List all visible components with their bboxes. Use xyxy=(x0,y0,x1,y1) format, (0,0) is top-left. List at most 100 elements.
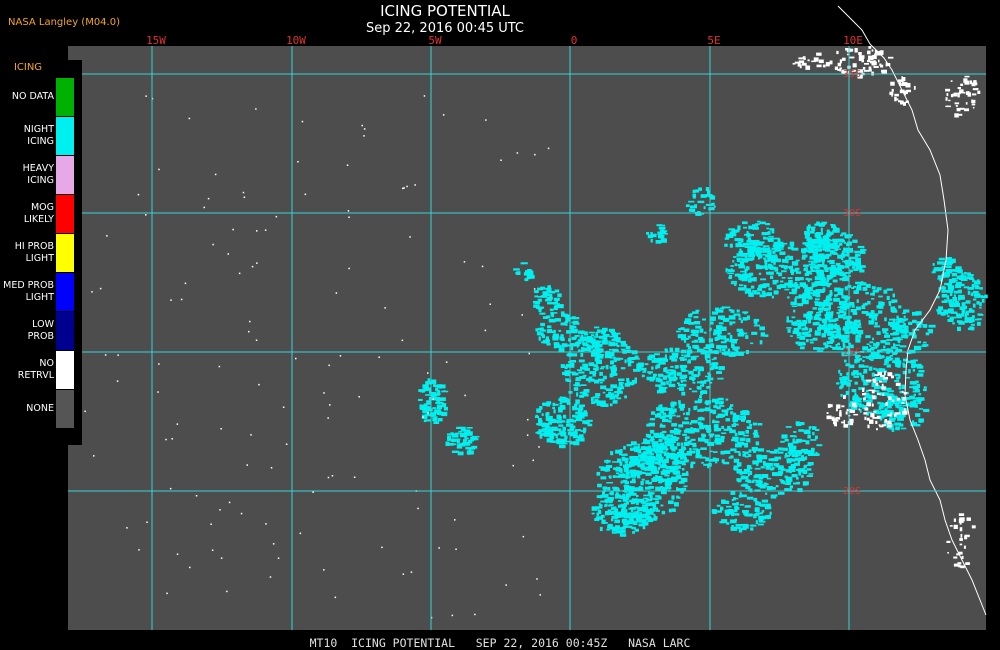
cloud-pixel xyxy=(652,461,658,464)
cloud-pixel xyxy=(695,189,700,193)
cloud-pixel xyxy=(766,486,773,491)
cloud-pixel xyxy=(606,528,610,531)
cloud-pixel xyxy=(915,399,922,402)
no-retrieval-pixel xyxy=(214,173,217,176)
legend-swatch xyxy=(56,156,74,194)
no-retrieval-pixel xyxy=(874,53,876,58)
cloud-pixel xyxy=(923,386,927,389)
cloud-pixel xyxy=(832,279,838,283)
no-retrieval-pixel xyxy=(963,91,966,94)
cloud-pixel xyxy=(807,228,810,232)
cloud-pixel xyxy=(949,317,954,321)
cloud-pixel xyxy=(586,419,593,422)
cloud-pixel xyxy=(775,485,779,488)
cloud-pixel xyxy=(757,287,762,291)
no-retrieval-pixel xyxy=(959,538,963,541)
cloud-pixel xyxy=(760,466,765,469)
cloud-pixel xyxy=(643,494,650,497)
cloud-pixel xyxy=(570,346,574,351)
cloud-pixel xyxy=(895,426,900,431)
no-retrieval-pixel xyxy=(871,49,874,52)
cloud-pixel xyxy=(792,283,796,288)
cloud-pixel xyxy=(601,366,606,368)
no-retrieval-pixel xyxy=(219,509,221,511)
cloud-pixel xyxy=(800,335,806,340)
cloud-pixel xyxy=(730,265,734,267)
cloud-pixel xyxy=(456,439,460,444)
cloud-pixel xyxy=(594,342,601,347)
cloud-pixel xyxy=(670,404,675,408)
cloud-pixel xyxy=(780,440,785,443)
cloud-pixel xyxy=(720,506,724,511)
cloud-pixel xyxy=(666,380,669,385)
cloud-pixel xyxy=(662,418,669,423)
cloud-pixel xyxy=(617,386,625,390)
cloud-pixel xyxy=(699,349,705,352)
cloud-pixel xyxy=(616,344,620,348)
cloud-pixel xyxy=(612,486,617,489)
cloud-pixel xyxy=(761,510,765,513)
no-retrieval-pixel xyxy=(93,455,95,457)
cloud-pixel xyxy=(665,414,673,418)
cloud-pixel xyxy=(668,369,674,371)
cloud-pixel xyxy=(774,256,778,261)
cloud-pixel xyxy=(836,311,841,314)
cloud-pixel xyxy=(686,451,692,456)
cloud-pixel xyxy=(699,408,706,412)
legend-item: NO RETRVL xyxy=(0,351,82,390)
no-retrieval-pixel xyxy=(948,99,951,102)
cloud-pixel xyxy=(731,498,734,502)
cloud-pixel xyxy=(793,431,797,433)
cloud-pixel xyxy=(621,453,628,456)
cloud-pixel xyxy=(704,331,707,334)
cloud-pixel xyxy=(759,294,766,298)
no-retrieval-pixel xyxy=(203,206,205,209)
cloud-pixel xyxy=(881,368,886,371)
cloud-pixel xyxy=(665,453,673,459)
cloud-pixel xyxy=(605,500,609,504)
cloud-pixel xyxy=(791,468,796,472)
cloud-pixel xyxy=(614,513,620,518)
cloud-pixel xyxy=(637,507,643,512)
no-retrieval-pixel xyxy=(843,424,848,428)
cloud-pixel xyxy=(824,344,829,349)
cloud-pixel xyxy=(691,390,698,393)
cloud-pixel xyxy=(790,335,793,337)
cloud-pixel xyxy=(967,287,975,290)
cloud-pixel xyxy=(597,354,604,359)
cloud-pixel xyxy=(913,393,916,396)
no-retrieval-pixel xyxy=(117,354,119,356)
cloud-pixel xyxy=(692,333,696,336)
cloud-pixel xyxy=(641,374,645,378)
cloud-pixel xyxy=(731,280,737,283)
cloud-pixel xyxy=(821,269,824,273)
no-retrieval-pixel xyxy=(282,406,285,408)
no-retrieval-pixel xyxy=(255,339,258,341)
no-retrieval-pixel xyxy=(246,464,248,466)
cloud-pixel xyxy=(837,291,844,296)
cloud-pixel xyxy=(559,444,566,449)
cloud-pixel xyxy=(698,336,704,341)
cloud-pixel xyxy=(618,504,621,508)
cloud-pixel xyxy=(844,261,851,264)
cloud-pixel xyxy=(755,520,758,524)
cloud-pixel xyxy=(754,474,762,478)
cloud-pixel xyxy=(901,318,909,321)
cloud-pixel xyxy=(691,311,699,314)
cloud-pixel xyxy=(863,365,869,368)
cloud-pixel xyxy=(617,500,622,502)
no-retrieval-pixel xyxy=(903,408,906,412)
cloud-pixel xyxy=(630,459,634,463)
cloud-pixel xyxy=(447,443,454,446)
cloud-pixel xyxy=(965,300,971,304)
cloud-pixel xyxy=(676,415,681,418)
cloud-pixel xyxy=(750,251,755,256)
latitude-label: 30S xyxy=(843,208,861,219)
cloud-pixel xyxy=(559,402,563,405)
cloud-pixel xyxy=(825,298,833,301)
cloud-pixel xyxy=(625,474,628,480)
no-retrieval-pixel xyxy=(189,566,191,569)
no-retrieval-pixel xyxy=(169,487,172,490)
no-retrieval-pixel xyxy=(158,363,160,365)
cloud-pixel xyxy=(844,359,847,363)
